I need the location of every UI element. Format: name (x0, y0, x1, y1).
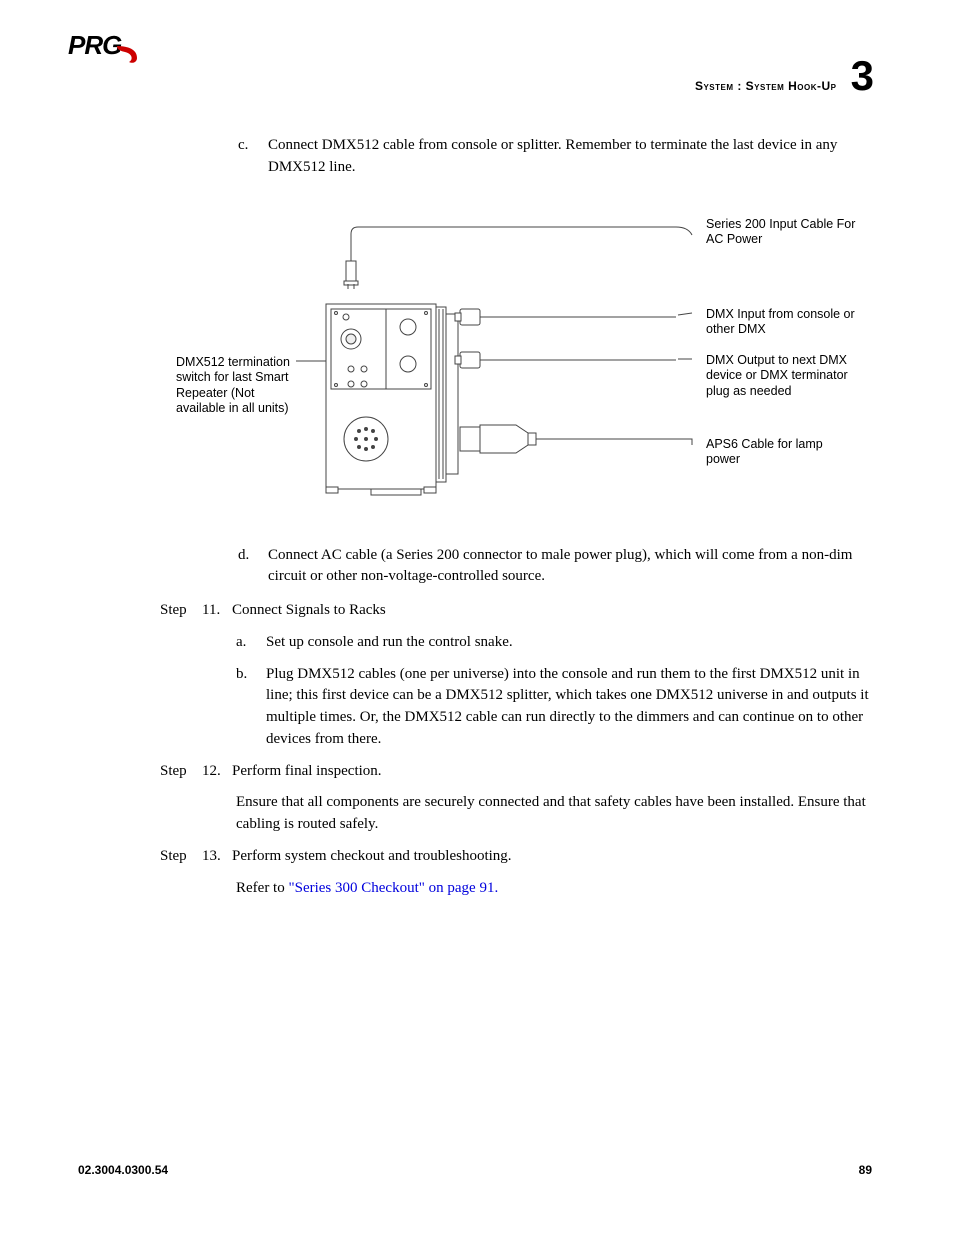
step-title: Connect Signals to Racks (232, 600, 872, 622)
step-13-body: Refer to "Series 300 Checkout" on page 9… (236, 878, 872, 900)
body-content: c. Connect DMX512 cable from console or … (160, 135, 872, 909)
step-title: Perform system checkout and troubleshoot… (232, 846, 872, 868)
step-title: Perform final inspection. (232, 761, 872, 783)
step-label: Step (160, 600, 202, 622)
body-prefix: Refer to (236, 880, 288, 896)
step-label: Step (160, 846, 202, 868)
diagram-label-top-right-title: Series 200 Input Cable For (706, 217, 855, 231)
sub-text: Set up console and run the control snake… (266, 632, 513, 654)
marker: c. (238, 135, 268, 179)
sub-text: Plug DMX512 cables (one per universe) in… (266, 664, 872, 751)
diagram-label-r3: DMX Output to next DMX device or DMX ter… (706, 353, 856, 400)
step-number: 13. (202, 846, 232, 868)
logo-text: PRG (68, 30, 121, 60)
step-12-body: Ensure that all components are securely … (236, 792, 872, 836)
diagram-label-left: DMX512 termination switch for last Smart… (176, 355, 306, 418)
list-text: Connect AC cable (a Series 200 connector… (268, 545, 872, 589)
list-item-c: c. Connect DMX512 cable from console or … (238, 135, 872, 179)
page-header: System : System Hook-Up 3 (695, 55, 874, 97)
list-text: Connect DMX512 cable from console or spl… (268, 135, 872, 179)
diagram-label-top-right-sub: AC Power (706, 232, 762, 246)
list-item-d: d. Connect AC cable (a Series 200 connec… (238, 545, 872, 589)
diagram-label-r2: DMX Input from console or other DMX (706, 307, 856, 338)
page-footer: 02.3004.0300.54 89 (78, 1163, 872, 1177)
prg-logo: PRG (68, 30, 139, 61)
doc-number: 02.3004.0300.54 (78, 1163, 168, 1177)
wiring-diagram: DMX512 termination switch for last Smart… (176, 209, 856, 509)
step-label: Step (160, 761, 202, 783)
step-12: Step 12. Perform final inspection. (160, 761, 872, 783)
cross-reference-link[interactable]: "Series 300 Checkout" on page 91. (288, 880, 498, 896)
chapter-number: 3 (851, 55, 874, 97)
step-11: Step 11. Connect Signals to Racks (160, 600, 872, 622)
step-number: 11. (202, 600, 232, 622)
page-number: 89 (859, 1163, 872, 1177)
marker: a. (236, 632, 266, 654)
step-11-b: b. Plug DMX512 cables (one per universe)… (236, 664, 872, 751)
diagram-label-r4: APS6 Cable for lamp power (706, 437, 856, 468)
marker: b. (236, 664, 266, 751)
header-section-text: System : System Hook-Up (695, 79, 837, 93)
step-11-a: a. Set up console and run the control sn… (236, 632, 872, 654)
marker: d. (238, 545, 268, 589)
step-number: 12. (202, 761, 232, 783)
logo-swoosh-icon (115, 40, 139, 60)
step-13: Step 13. Perform system checkout and tro… (160, 846, 872, 868)
